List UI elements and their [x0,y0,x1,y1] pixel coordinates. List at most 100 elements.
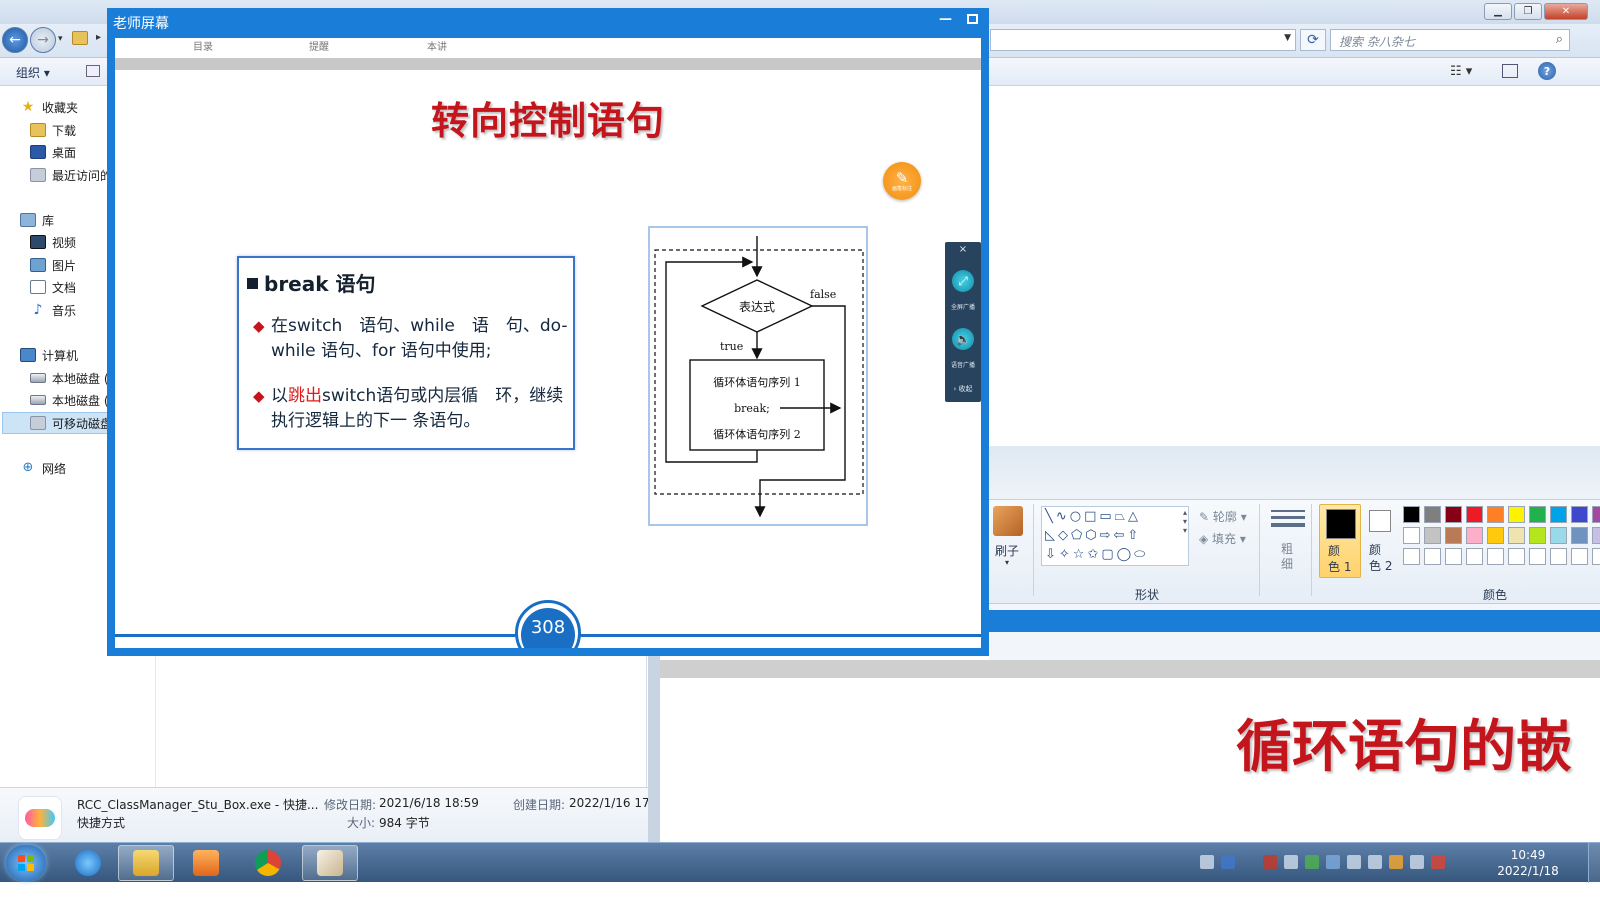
search-icon[interactable]: ⌕ [1556,32,1563,47]
nav-local-disk-c[interactable]: 本地磁盘 ( [30,368,109,388]
nav-local-disk-d[interactable]: 本地磁盘 ( [30,390,109,410]
palette-swatch[interactable] [1571,506,1588,523]
palette-swatch[interactable] [1571,527,1588,544]
nav-recent[interactable]: 最近访问的 [30,165,112,185]
palette-swatch[interactable] [1529,506,1546,523]
view-options-icon[interactable]: ☷ ▾ [1450,64,1472,79]
annotate-pen-button[interactable]: ✎ 画笔标注 [883,162,921,200]
palette-swatch[interactable] [1592,506,1600,523]
line-size-icon[interactable] [1271,510,1305,536]
palette-swatch[interactable] [1508,506,1525,523]
palette-swatch[interactable] [1403,506,1420,523]
nav-music[interactable]: ♪ 音乐 [30,300,76,320]
fullscreen-broadcast-icon[interactable]: ⤢ [952,270,974,292]
network-tray-icon[interactable] [1326,855,1340,869]
brush-dropdown-icon[interactable]: ▾ [1005,558,1009,567]
help-icon[interactable]: ? [1538,62,1556,80]
collapse-button[interactable]: › 收起 [945,384,981,394]
taskbar-chrome[interactable] [240,845,296,881]
palette-swatch[interactable] [1550,527,1567,544]
tray-expand-icon[interactable] [1242,855,1256,869]
nav-documents[interactable]: 文档 [30,277,76,297]
palette-swatch[interactable] [1403,548,1420,565]
show-desktop-button[interactable] [1588,843,1600,883]
size-label[interactable]: 粗 细 [1281,542,1293,572]
address-dropdown-icon[interactable]: ▼ [1284,33,1291,43]
palette-swatch[interactable] [1508,527,1525,544]
flash-icon[interactable] [1263,855,1277,869]
nav-pictures[interactable]: 图片 [30,255,76,275]
security-icon[interactable] [1305,855,1319,869]
taskbar-explorer[interactable] [118,845,174,881]
brush-icon[interactable] [993,506,1023,536]
palette-swatch[interactable] [1424,506,1441,523]
network-disconnected-icon[interactable] [1431,855,1445,869]
shapes-scroll-icon[interactable]: ▴ ▾ ▾ [1183,508,1187,535]
outline-option[interactable]: ✎ 轮廓 ▾ [1199,508,1247,525]
palette-swatch[interactable] [1529,548,1546,565]
taskbar-ie[interactable] [60,845,116,881]
voice-broadcast-label[interactable]: 语音广播 [945,360,981,369]
nav-desktop[interactable]: 桌面 [30,142,76,162]
clock[interactable]: 10:49 2022/1/18 [1488,847,1568,879]
taskbar-media-player[interactable] [178,845,234,881]
back-button[interactable]: ← [2,27,28,53]
palette-swatch[interactable] [1466,506,1483,523]
start-button[interactable] [6,845,46,881]
restore-button[interactable]: ❐ [1514,3,1542,20]
nav-favorites[interactable]: ★ 收藏夹 [20,97,78,117]
palette-swatch[interactable] [1445,506,1462,523]
palette-swatch[interactable] [1487,527,1504,544]
color1-selector[interactable]: 颜 色 1 [1319,504,1361,578]
organize-button[interactable]: 组织 ▾ [16,64,50,81]
palette-swatch[interactable] [1466,527,1483,544]
nav-removable-disk[interactable]: 可移动磁盘 [30,413,112,433]
refresh-button[interactable]: ⟳ [1300,29,1326,51]
taskbar-paint[interactable] [302,845,358,881]
palette-swatch[interactable] [1529,527,1546,544]
palette-swatch[interactable] [1487,506,1504,523]
volume-icon[interactable] [1368,855,1382,869]
help-icon[interactable] [1221,855,1235,869]
minimize-button[interactable]: ▁ [1484,3,1512,20]
nav-computer[interactable]: 计算机 [20,345,78,365]
open-icon[interactable] [86,65,100,77]
keyboard-icon[interactable] [1200,855,1214,869]
close-icon[interactable]: × [945,244,981,255]
maximize-button[interactable] [967,14,978,24]
palette-swatch[interactable] [1424,548,1441,565]
nav-videos[interactable]: 视频 [30,232,76,252]
color2-label[interactable]: 颜 色 2 [1369,542,1392,574]
nav-downloads[interactable]: 下载 [30,120,76,140]
palette-swatch[interactable] [1445,527,1462,544]
breadcrumb-chevron-icon[interactable]: ▸ [96,32,101,43]
nav-libraries[interactable]: 库 [20,210,54,230]
palette-swatch[interactable] [1466,548,1483,565]
palette-swatch[interactable] [1571,548,1588,565]
fill-option[interactable]: ◈ 填充 ▾ [1199,530,1246,547]
palette-swatch[interactable] [1424,527,1441,544]
minimize-button[interactable]: — [939,12,952,27]
palette-swatch[interactable] [1550,548,1567,565]
palette-swatch[interactable] [1592,527,1600,544]
nav-network[interactable]: ⊕ 网络 [20,458,66,478]
brush-label[interactable]: 刷子 [995,542,1019,559]
palette-swatch[interactable] [1550,506,1567,523]
teacher-screen-window[interactable]: 老师屏幕 — 目录 提醒 本讲 转向控制语句 ✎ 画笔标注 break 语句 ◆… [107,8,989,656]
palette-swatch[interactable] [1403,527,1420,544]
printer-icon[interactable] [1284,855,1298,869]
palette-swatch[interactable] [1445,548,1462,565]
sync-icon[interactable] [1347,855,1361,869]
app-tray-icon[interactable] [1389,855,1403,869]
forward-button[interactable]: → [30,27,56,53]
search-input[interactable]: 搜索 杂八杂七 ⌕ [1330,29,1570,51]
close-button[interactable]: ✕ [1544,3,1588,20]
address-field[interactable]: ▼ [990,29,1296,51]
shapes-gallery[interactable]: ╲∿○□▭⏢△ ◺◇⬠⬡⇨⇦⇧ ⇩✧☆✩▢◯⬭ [1041,506,1189,566]
fullscreen-broadcast-label[interactable]: 全屏广播 [945,302,981,311]
recent-pages-chevron-icon[interactable]: ▾ [58,34,63,44]
preview-pane-icon[interactable] [1502,64,1518,78]
palette-swatch[interactable] [1508,548,1525,565]
palette-swatch[interactable] [1487,548,1504,565]
palette-swatch[interactable] [1592,548,1600,565]
